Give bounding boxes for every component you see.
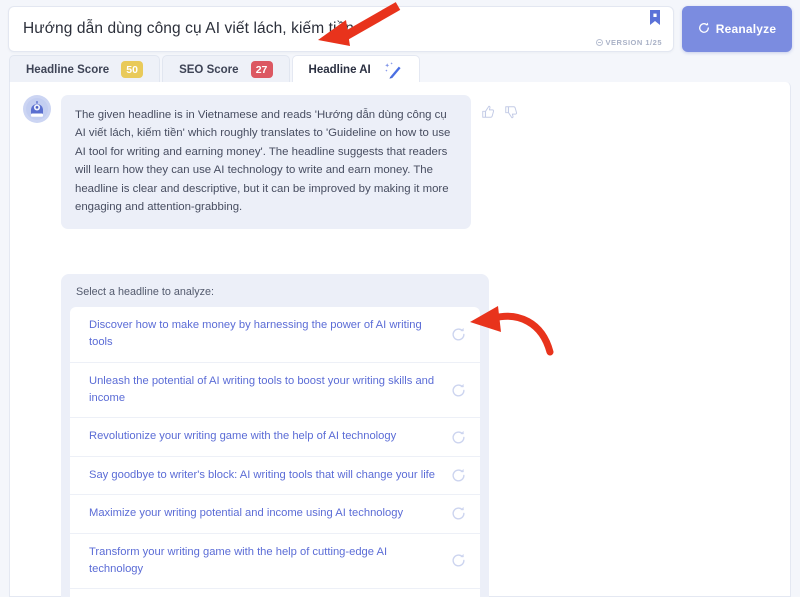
seo-score-badge: 27 <box>250 61 273 78</box>
ai-message-bubble: The given headline is in Vietnamese and … <box>61 95 471 229</box>
suggestion-item[interactable]: Discover how to make money by harnessing… <box>70 307 480 363</box>
suggestion-item[interactable]: Master the art of writing using AI tools… <box>70 589 480 597</box>
reanalyze-label: Reanalyze <box>715 22 777 36</box>
refresh-icon[interactable] <box>451 383 466 398</box>
bookmark-icon[interactable] <box>649 10 661 26</box>
headline-score-badge: 50 <box>121 61 144 78</box>
refresh-icon[interactable] <box>451 553 466 568</box>
headline-input-value: Hướng dẫn dùng công cụ AI viết lách, kiế… <box>23 20 355 37</box>
refresh-icon[interactable] <box>451 430 466 445</box>
suggestion-item[interactable]: Transform your writing game with the hel… <box>70 534 480 590</box>
tab-headline-ai-label: Headline AI <box>308 63 371 76</box>
thumbs-down-icon[interactable] <box>504 105 518 119</box>
version-indicator: VERSION 1/25 <box>595 38 662 47</box>
refresh-icon[interactable] <box>451 468 466 483</box>
headline-ai-panel: The given headline is in Vietnamese and … <box>9 82 791 597</box>
tab-headline-score[interactable]: Headline Score 50 <box>9 55 161 83</box>
suggestion-list: Discover how to make money by harnessing… <box>70 307 480 597</box>
app-page: Hướng dẫn dùng công cụ AI viết lách, kiế… <box>0 0 800 597</box>
thumbs-up-icon[interactable] <box>481 105 495 119</box>
suggestion-item-text: Transform your writing game with the hel… <box>89 545 388 575</box>
top-bar: Hướng dẫn dùng công cụ AI viết lách, kiế… <box>0 6 800 52</box>
bot-avatar-icon <box>23 95 51 123</box>
suggestion-item[interactable]: Revolutionize your writing game with the… <box>70 418 480 457</box>
headline-input[interactable]: Hướng dẫn dùng công cụ AI viết lách, kiế… <box>8 6 674 52</box>
refresh-icon[interactable] <box>451 506 466 521</box>
suggestion-item-text: Maximize your writing potential and inco… <box>89 507 404 520</box>
globe-icon <box>595 39 603 46</box>
suggestion-panel-label: Select a headline to analyze: <box>76 286 215 298</box>
tab-headline-ai[interactable]: Headline AI <box>291 55 420 83</box>
tab-seo-score[interactable]: SEO Score 27 <box>162 55 290 83</box>
suggestion-item-text: Discover how to make money by harnessing… <box>89 319 422 349</box>
suggestion-item-text: Unleash the potential of AI writing tool… <box>89 374 435 405</box>
refresh-icon <box>698 22 710 37</box>
suggestion-item[interactable]: Unleash the potential of AI writing tool… <box>70 363 480 419</box>
suggestion-item-text: Say goodbye to writer's block: AI writin… <box>89 468 436 481</box>
magic-wand-icon <box>383 61 403 79</box>
tab-headline-score-label: Headline Score <box>26 63 110 76</box>
version-label: VERSION 1/25 <box>605 38 662 47</box>
feedback-icons <box>481 95 518 119</box>
suggestion-item-text: Revolutionize your writing game with the… <box>89 430 397 443</box>
suggestion-item[interactable]: Maximize your writing potential and inco… <box>70 495 480 534</box>
suggestion-item[interactable]: Say goodbye to writer's block: AI writin… <box>70 457 480 496</box>
ai-message-text: The given headline is in Vietnamese and … <box>75 109 451 214</box>
tab-seo-score-label: SEO Score <box>179 63 239 76</box>
ai-message-row: The given headline is in Vietnamese and … <box>23 95 543 229</box>
refresh-icon[interactable] <box>451 327 466 342</box>
tab-bar: Headline Score 50 SEO Score 27 Headline … <box>9 55 422 83</box>
suggestion-panel: Select a headline to analyze: Discover h… <box>61 274 489 597</box>
reanalyze-button[interactable]: Reanalyze <box>682 6 792 52</box>
